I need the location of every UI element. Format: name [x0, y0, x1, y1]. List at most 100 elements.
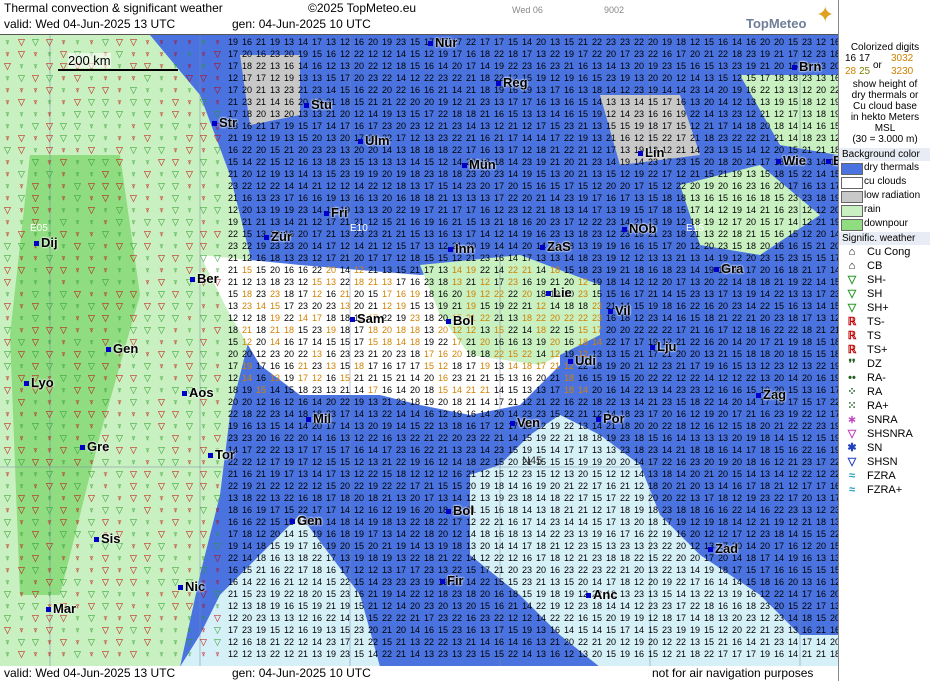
svg-text:17: 17 — [368, 385, 378, 395]
svg-text:♆: ♆ — [18, 85, 25, 95]
svg-text:♆: ♆ — [144, 49, 151, 59]
svg-text:16: 16 — [326, 49, 336, 59]
svg-text:♆: ♆ — [200, 457, 207, 467]
svg-text:16: 16 — [718, 505, 728, 515]
svg-text:22: 22 — [242, 145, 252, 155]
svg-text:22: 22 — [228, 553, 238, 563]
svg-text:17: 17 — [592, 325, 602, 335]
svg-text:♆: ♆ — [158, 613, 165, 623]
legend-desc-line: Cu cloud base — [839, 101, 930, 112]
svg-text:12: 12 — [718, 421, 728, 431]
svg-text:14: 14 — [438, 61, 448, 71]
svg-text:20: 20 — [522, 193, 532, 203]
svg-text:♆: ♆ — [74, 85, 81, 95]
svg-text:▽: ▽ — [60, 589, 67, 599]
svg-text:▽: ▽ — [32, 181, 39, 191]
svg-text:19: 19 — [746, 61, 756, 71]
svg-text:▽: ▽ — [130, 253, 137, 263]
svg-text:13: 13 — [242, 601, 252, 611]
svg-text:▽: ▽ — [130, 313, 137, 323]
svg-text:18: 18 — [634, 265, 644, 275]
svg-text:22: 22 — [284, 433, 294, 443]
svg-text:19: 19 — [536, 589, 546, 599]
svg-text:♆: ♆ — [74, 565, 81, 575]
svg-text:▽: ▽ — [186, 529, 193, 539]
svg-text:17: 17 — [550, 133, 560, 143]
svg-text:▽: ▽ — [158, 301, 165, 311]
svg-text:18: 18 — [536, 289, 546, 299]
svg-text:▽: ▽ — [116, 433, 123, 443]
svg-text:15: 15 — [704, 37, 714, 47]
svg-text:♆: ♆ — [158, 649, 165, 659]
day-tag: Wed 06 — [512, 5, 543, 15]
svg-text:23: 23 — [578, 541, 588, 551]
svg-text:14: 14 — [312, 241, 322, 251]
svg-text:▽: ▽ — [18, 37, 25, 47]
svg-text:13: 13 — [354, 205, 364, 215]
svg-text:12: 12 — [704, 529, 714, 539]
svg-text:12: 12 — [354, 433, 364, 443]
svg-text:23: 23 — [774, 409, 784, 419]
svg-text:♆: ♆ — [18, 481, 25, 491]
svg-text:12: 12 — [368, 565, 378, 575]
svg-text:♆: ♆ — [46, 157, 53, 167]
svg-text:▽: ▽ — [130, 289, 137, 299]
svg-text:18: 18 — [410, 325, 420, 335]
svg-text:21: 21 — [354, 373, 364, 383]
svg-text:23: 23 — [746, 181, 756, 191]
svg-text:♆: ♆ — [18, 181, 25, 191]
svg-text:♆: ♆ — [32, 145, 39, 155]
svg-text:18: 18 — [648, 481, 658, 491]
svg-text:14: 14 — [326, 85, 336, 95]
svg-text:▽: ▽ — [186, 289, 193, 299]
svg-text:13: 13 — [396, 157, 406, 167]
svg-text:23: 23 — [690, 289, 700, 299]
svg-text:14: 14 — [564, 253, 574, 263]
svg-text:17: 17 — [298, 289, 308, 299]
svg-text:14: 14 — [508, 253, 518, 263]
svg-text:20: 20 — [732, 625, 742, 635]
svg-text:22: 22 — [242, 241, 252, 251]
svg-text:♆: ♆ — [144, 349, 151, 359]
svg-text:15: 15 — [606, 649, 616, 659]
svg-text:12: 12 — [802, 85, 812, 95]
svg-text:▽: ▽ — [74, 529, 81, 539]
svg-text:12: 12 — [676, 373, 686, 383]
svg-text:19: 19 — [634, 637, 644, 647]
svg-text:♆: ♆ — [102, 121, 109, 131]
svg-text:17: 17 — [508, 145, 518, 155]
svg-text:19: 19 — [270, 313, 280, 323]
svg-text:13: 13 — [298, 73, 308, 83]
svg-text:18: 18 — [228, 385, 238, 395]
svg-text:18: 18 — [424, 145, 434, 155]
svg-text:▽: ▽ — [144, 469, 151, 479]
svg-text:13: 13 — [256, 205, 266, 215]
city-label: Lyo — [24, 375, 54, 390]
svg-text:13: 13 — [606, 541, 616, 551]
svg-text:♆: ♆ — [116, 361, 123, 371]
svg-text:13: 13 — [746, 169, 756, 179]
svg-text:♆: ♆ — [18, 205, 25, 215]
svg-text:♆: ♆ — [102, 289, 109, 299]
svg-text:12: 12 — [424, 469, 434, 479]
svg-text:13: 13 — [424, 649, 434, 659]
city-name: Lyo — [31, 375, 54, 390]
svg-text:18: 18 — [802, 325, 812, 335]
svg-text:21: 21 — [228, 265, 238, 275]
svg-text:19: 19 — [830, 97, 838, 107]
svg-text:▽: ▽ — [186, 361, 193, 371]
svg-text:13: 13 — [270, 373, 280, 383]
svg-text:17: 17 — [606, 493, 616, 503]
svg-text:▽: ▽ — [32, 421, 39, 431]
svg-text:12: 12 — [592, 145, 602, 155]
svg-text:19: 19 — [592, 109, 602, 119]
svg-text:12: 12 — [284, 649, 294, 659]
sigwx-legend-label: FZRA+ — [867, 483, 902, 497]
svg-text:16: 16 — [830, 481, 838, 491]
svg-text:23: 23 — [312, 385, 322, 395]
svg-text:16: 16 — [522, 637, 532, 647]
svg-text:14: 14 — [718, 577, 728, 587]
svg-text:▽: ▽ — [60, 325, 67, 335]
svg-text:♆: ♆ — [116, 277, 123, 287]
svg-text:▽: ▽ — [60, 217, 67, 227]
